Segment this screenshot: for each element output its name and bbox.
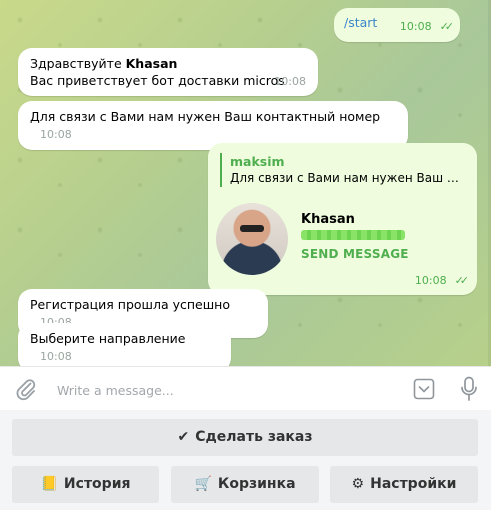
start-command-text[interactable]: /start bbox=[344, 15, 377, 30]
greeting-line-2: Вас приветствует бот доставки micros bbox=[30, 73, 285, 88]
bot-reply-keyboard: ✔ Сделать заказ 📒 История 🛒 Корзинка ⚙ Настр… bbox=[0, 410, 491, 510]
message-start-command[interactable]: /start 10:08 ✓✓ bbox=[334, 8, 460, 42]
contact-card[interactable]: Khasan SEND MESSAGE bbox=[216, 203, 461, 275]
send-message-button[interactable]: SEND MESSAGE bbox=[301, 246, 409, 263]
message-text: Регистрация прошла успешно bbox=[30, 297, 230, 312]
message-text: Выберите направление bbox=[30, 331, 186, 346]
telegram-chat-window: /start 10:08 ✓✓ Здравствуйте Khasan Вас … bbox=[0, 0, 491, 510]
greeting-text: Здравствуйте bbox=[30, 56, 126, 71]
message-input[interactable] bbox=[55, 377, 399, 403]
message-composer bbox=[0, 366, 491, 411]
history-button[interactable]: 📒 История bbox=[12, 466, 159, 503]
message-time: 10:08 bbox=[40, 128, 72, 141]
contact-avatar[interactable] bbox=[216, 203, 288, 275]
greeting-line: Здравствуйте Khasan bbox=[30, 55, 306, 72]
message-choose-direction[interactable]: Выберите направление 10:08 bbox=[18, 323, 231, 366]
message-time: 10:08 bbox=[414, 274, 447, 287]
message-meta: 10:08 ✓✓ bbox=[405, 271, 470, 289]
message-shared-contact[interactable]: maksim Для связи с Вами нам нужен Ваш к.… bbox=[208, 143, 477, 295]
microphone-icon[interactable] bbox=[459, 376, 479, 402]
read-checks-icon: ✓✓ bbox=[439, 20, 455, 33]
chat-history[interactable]: /start 10:08 ✓✓ Здравствуйте Khasan Вас … bbox=[0, 0, 491, 366]
contact-name: Khasan bbox=[301, 212, 355, 227]
greeting-user-name: Khasan bbox=[125, 56, 178, 71]
message-time: 10:08 bbox=[40, 350, 72, 363]
message-meta: 10:08 ✓✓ bbox=[390, 17, 455, 35]
message-time: 10:08 bbox=[399, 20, 432, 33]
make-order-button[interactable]: ✔ Сделать заказ bbox=[12, 419, 478, 456]
message-time: 10:08 bbox=[274, 75, 306, 88]
button-label: Сделать заказ bbox=[195, 429, 313, 445]
read-checks-icon: ✓✓ bbox=[454, 274, 470, 287]
notebook-icon: 📒 bbox=[40, 476, 58, 492]
attach-paperclip-icon[interactable] bbox=[14, 377, 38, 401]
button-label: История bbox=[63, 476, 131, 492]
message-greeting[interactable]: Здравствуйте Khasan Вас приветствует бот… bbox=[18, 48, 318, 96]
message-text: Для связи с Вами нам нужен Ваш контактны… bbox=[30, 109, 381, 124]
cart-button[interactable]: 🛒 Корзинка bbox=[171, 466, 319, 503]
reply-text: Для связи с Вами нам нужен Ваш к... bbox=[230, 171, 462, 185]
contact-phone-redacted bbox=[301, 230, 405, 240]
checkmark-icon: ✔ bbox=[177, 429, 190, 445]
gear-icon: ⚙ bbox=[351, 476, 365, 492]
button-label: Настройки bbox=[370, 476, 457, 492]
reply-preview[interactable]: maksim Для связи с Вами нам нужен Ваш к.… bbox=[220, 153, 465, 187]
settings-button[interactable]: ⚙ Настройки bbox=[330, 466, 478, 503]
button-label: Корзинка bbox=[217, 476, 296, 492]
cart-icon: 🛒 bbox=[194, 476, 212, 492]
bot-keyboard-toggle-icon[interactable] bbox=[413, 378, 435, 400]
avatar-photo-detail bbox=[240, 225, 264, 232]
reply-author: maksim bbox=[230, 154, 285, 169]
